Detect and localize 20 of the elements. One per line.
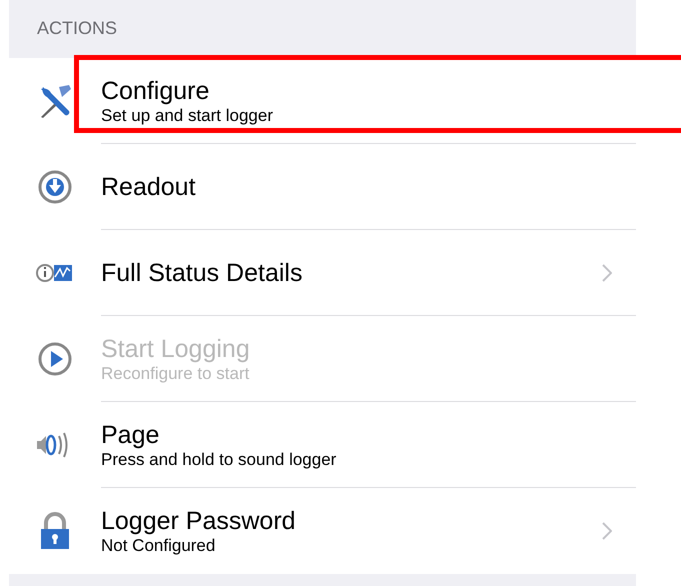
action-row[interactable]: Logger Password Not Configured [9,488,636,574]
section-header: ACTIONS [37,17,118,40]
action-title: Full Status Details [101,258,304,288]
action-row[interactable]: Configure Set up and start logger [9,58,636,144]
lock-icon [39,511,71,551]
download-icon [37,169,73,205]
action-title: Readout [101,172,197,202]
action-title: Logger Password [101,506,297,536]
action-subtitle: Not Configured [101,536,216,556]
action-title: Configure [101,76,210,106]
action-subtitle: Set up and start logger [101,106,274,126]
action-row[interactable]: Readout [9,144,636,230]
action-row[interactable]: Full Status Details [9,230,636,316]
play-icon [37,341,73,377]
action-row[interactable]: Page Press and hold to sound logger [9,402,636,488]
action-title: Page [101,420,160,450]
action-title: Start Logging [101,334,251,364]
action-subtitle: Reconfigure to start [101,364,250,384]
info-chart-icon [35,261,75,285]
action-subtitle: Press and hold to sound logger [101,450,338,470]
